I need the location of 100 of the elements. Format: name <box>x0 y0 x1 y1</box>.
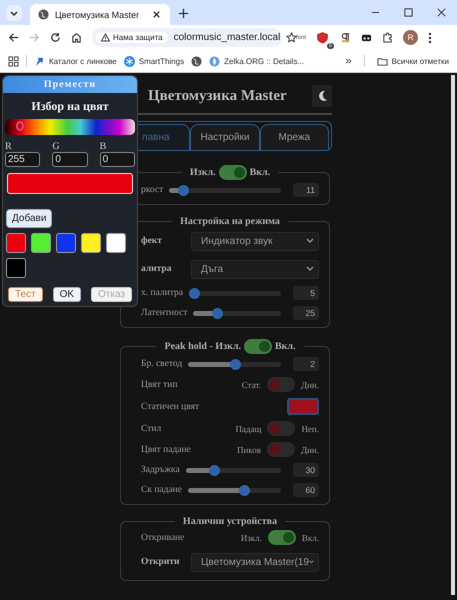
legend-text: Налични устройства <box>182 516 278 527</box>
moon-icon <box>316 90 328 102</box>
reload-icon[interactable] <box>50 32 61 43</box>
toggle-switch[interactable] <box>218 165 247 180</box>
switch-label: Дин. <box>300 444 319 454</box>
channel-field[interactable]: 255 <box>5 152 40 167</box>
dropdown[interactable]: Индикатор звук <box>191 232 319 250</box>
switch-label: Неп. <box>301 424 319 434</box>
legend-text: Peak hold - Изкл. <box>164 341 241 352</box>
warning-icon <box>101 33 110 42</box>
plus-icon[interactable] <box>178 8 189 19</box>
color-swatch[interactable] <box>56 233 76 253</box>
slider-thumb[interactable] <box>238 484 250 496</box>
tab[interactable]: Настройки <box>190 124 260 150</box>
slider[interactable] <box>188 362 281 366</box>
chevron-icon <box>306 238 314 244</box>
browser-tab[interactable]: Цветомузика Master <box>30 4 170 25</box>
slider-thumb[interactable] <box>230 358 241 370</box>
field-label: Задръжка <box>141 465 180 475</box>
channel-label: G <box>52 141 61 152</box>
home-icon[interactable] <box>71 32 82 43</box>
field-label: Латентност <box>141 308 188 318</box>
color-swatch[interactable] <box>81 233 101 253</box>
bookmarks-folder[interactable]: Всички отметки <box>376 56 449 66</box>
url-text: colormusic_master.local <box>174 32 280 43</box>
menu-icon[interactable] <box>428 32 432 44</box>
value-field[interactable]: 30 <box>293 463 319 477</box>
hue-marker[interactable] <box>16 121 24 131</box>
toggle-switch[interactable] <box>267 421 296 436</box>
dropdown[interactable]: Цветомузика Master(19 <box>191 552 319 572</box>
color-swatch[interactable] <box>287 398 319 415</box>
profile-avatar[interactable]: R <box>403 30 418 45</box>
legend-text: Настройка на режима <box>180 216 280 227</box>
slider-thumb[interactable] <box>188 288 200 298</box>
field-label: Цвят падане <box>141 444 191 454</box>
overflow-chevron[interactable]: » <box>345 55 352 67</box>
channel-label: R <box>5 141 13 152</box>
close-icon[interactable] <box>436 7 447 18</box>
globe-icon <box>38 9 49 20</box>
bookmark[interactable] <box>191 56 202 66</box>
channel-field[interactable]: 0 <box>100 152 135 167</box>
maximize-icon[interactable] <box>403 7 414 18</box>
toggle-switch[interactable] <box>266 442 295 457</box>
folder-icon <box>376 56 388 66</box>
field-label: х. палитра <box>141 288 183 298</box>
toggle-switch[interactable] <box>266 377 295 392</box>
slider[interactable] <box>169 188 281 192</box>
field-label: алитра <box>141 264 172 274</box>
value-field[interactable]: 5 <box>293 286 319 300</box>
theme-button[interactable] <box>312 85 332 107</box>
field-label: Ск падане <box>141 485 182 495</box>
value-field[interactable]: 2 <box>293 357 319 371</box>
star-icon[interactable] <box>286 32 298 43</box>
drop-icon <box>209 56 220 66</box>
switch-label: Пиков <box>236 444 261 454</box>
slider-thumb[interactable] <box>178 184 189 196</box>
security-chip[interactable]: Нама защита <box>96 32 168 43</box>
value-field[interactable]: 11 <box>293 183 319 197</box>
switch-label: Вкл. <box>302 532 319 542</box>
value-field[interactable]: 25 <box>293 306 319 320</box>
hue-slider[interactable] <box>5 119 135 135</box>
field-label: Бр. светод <box>141 359 182 369</box>
dropdown[interactable]: Дъга <box>191 260 319 278</box>
close-icon[interactable] <box>151 9 162 20</box>
slider[interactable] <box>188 290 281 296</box>
bookmark[interactable]: Каталог с линкове <box>34 56 117 66</box>
tab[interactable]: Мрежа <box>260 124 329 150</box>
field-label: Стил <box>141 424 162 434</box>
slider-thumb[interactable] <box>212 308 224 318</box>
puzzle-icon[interactable] <box>382 32 394 43</box>
color-swatch[interactable] <box>6 258 26 278</box>
bookmark[interactable]: Zelka.ORG :: Details... <box>209 56 304 66</box>
toggle-switch[interactable] <box>244 339 272 354</box>
slider[interactable] <box>193 310 281 316</box>
page-title: Цветомузика Master <box>148 88 288 104</box>
slider[interactable] <box>188 488 281 492</box>
color-swatch[interactable] <box>106 233 126 253</box>
add-button[interactable]: Добави <box>6 209 52 228</box>
value-field[interactable]: 60 <box>293 483 319 497</box>
toggle-switch[interactable] <box>268 530 296 545</box>
channel-field[interactable]: 0 <box>52 152 88 167</box>
field-label: ркост <box>141 185 164 195</box>
bookmark[interactable]: SmartThings <box>124 56 184 66</box>
slider[interactable] <box>186 468 281 472</box>
switch-label: Стат. <box>242 380 261 390</box>
legend-text: Изкл. <box>190 167 216 178</box>
pilcrow-icon[interactable] <box>340 32 352 43</box>
color-swatch[interactable] <box>6 233 26 253</box>
ok-button[interactable]: OK <box>52 287 82 302</box>
globe-icon <box>191 56 202 66</box>
shield-icon <box>316 30 330 44</box>
field-label: Откриване <box>141 532 184 542</box>
extension-icon[interactable] <box>361 32 372 43</box>
scrollbar[interactable] <box>451 75 455 595</box>
apps-icon[interactable] <box>8 56 19 66</box>
back-icon[interactable] <box>8 32 19 43</box>
slider-thumb[interactable] <box>209 464 220 476</box>
chevron-icon <box>308 559 314 565</box>
snowflake-icon <box>124 56 135 66</box>
color-swatch[interactable] <box>31 233 51 253</box>
